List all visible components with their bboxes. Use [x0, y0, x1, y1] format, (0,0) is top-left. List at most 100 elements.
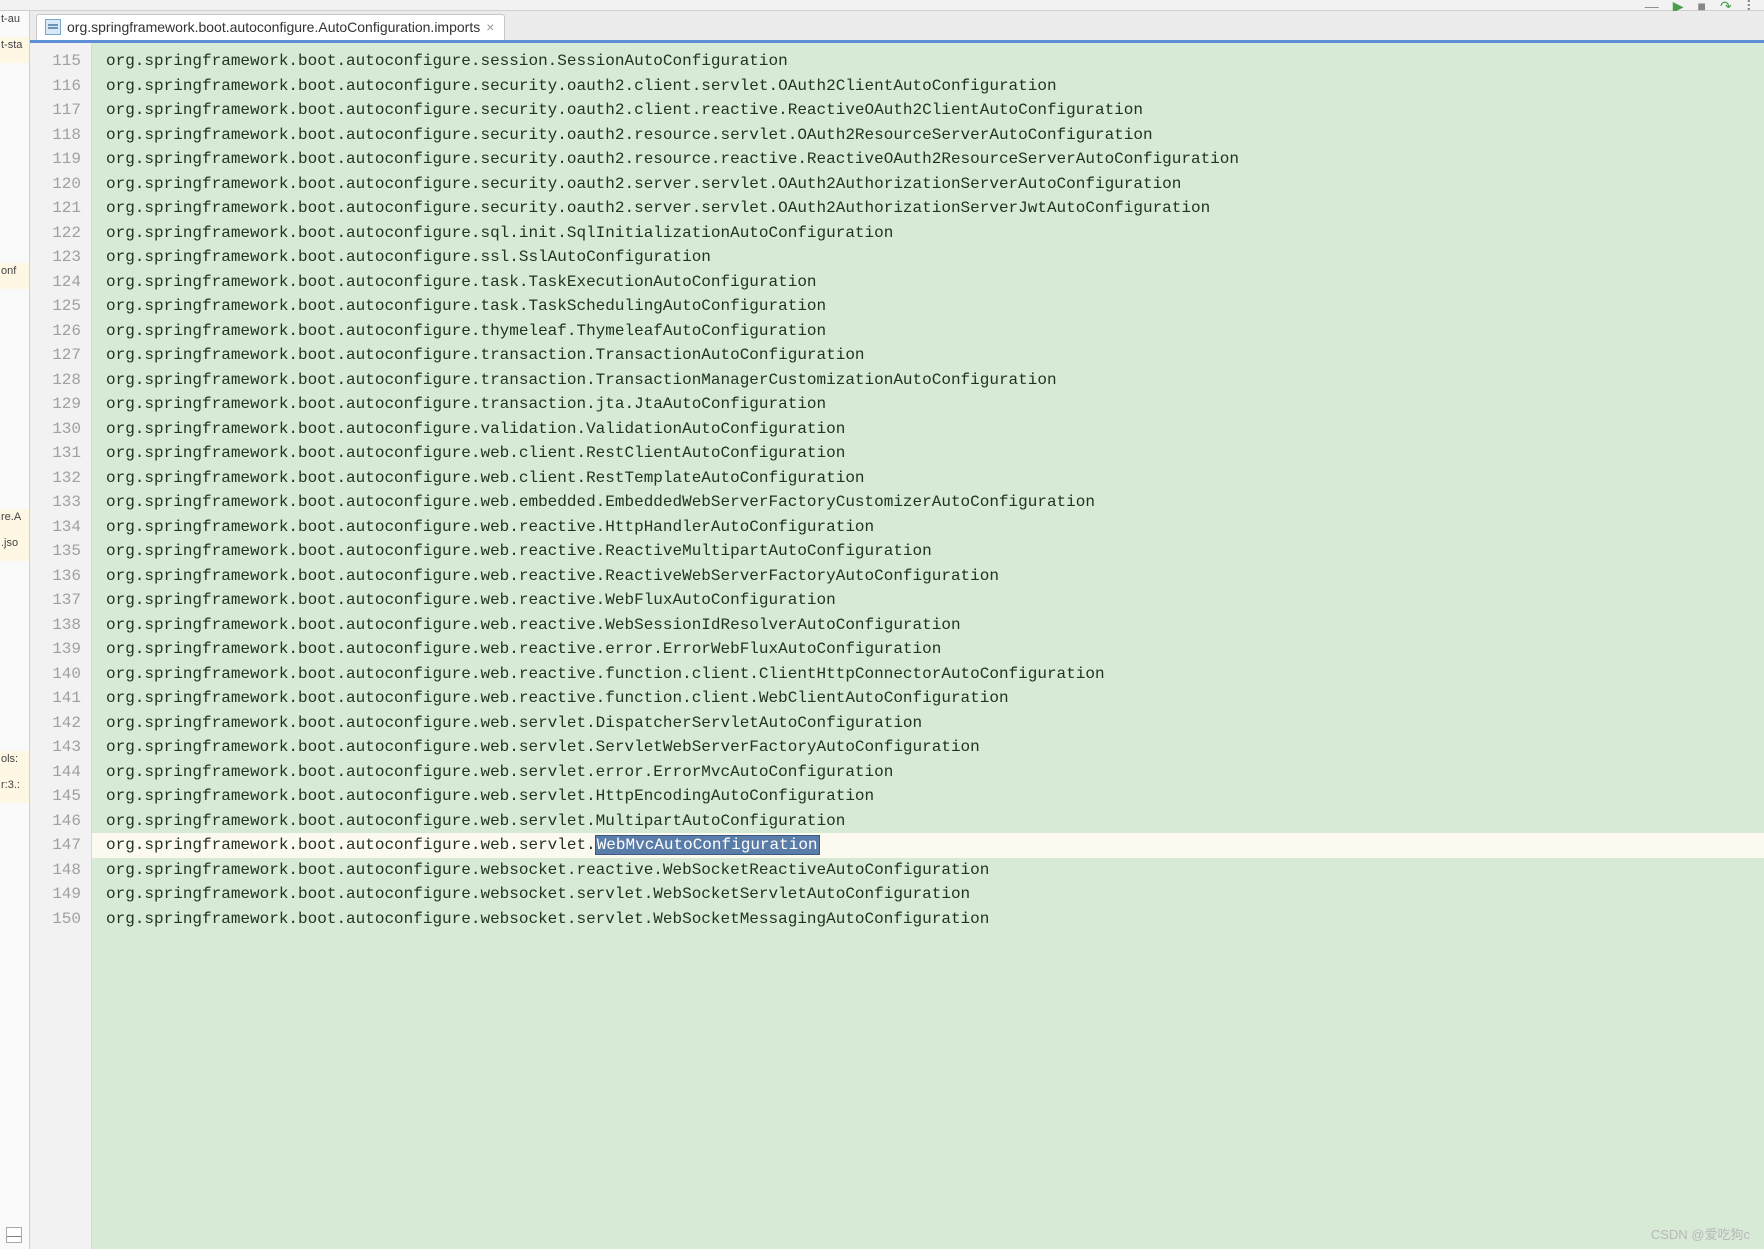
line-number[interactable]: 117 [30, 98, 91, 123]
code-line[interactable]: org.springframework.boot.autoconfigure.w… [92, 564, 1764, 589]
collapse-toggle-icon[interactable]: — [6, 1227, 22, 1243]
line-number[interactable]: 115 [30, 49, 91, 74]
minimize-icon[interactable]: — [1645, 0, 1659, 10]
project-tree-fragment[interactable]: onf [0, 263, 29, 289]
line-number[interactable]: 116 [30, 74, 91, 99]
code-line[interactable]: org.springframework.boot.autoconfigure.w… [92, 515, 1764, 540]
line-number[interactable]: 131 [30, 441, 91, 466]
line-number[interactable]: 134 [30, 515, 91, 540]
code-line[interactable]: org.springframework.boot.autoconfigure.w… [92, 588, 1764, 613]
code-line[interactable]: org.springframework.boot.autoconfigure.w… [92, 735, 1764, 760]
watermark-text: CSDN @爱吃狗c [1651, 1224, 1750, 1243]
code-line[interactable]: org.springframework.boot.autoconfigure.s… [92, 123, 1764, 148]
code-line[interactable]: org.springframework.boot.autoconfigure.s… [92, 172, 1764, 197]
project-tree-fragment[interactable] [0, 289, 29, 509]
code-line[interactable]: org.springframework.boot.autoconfigure.w… [92, 760, 1764, 785]
line-number[interactable]: 120 [30, 172, 91, 197]
line-number[interactable]: 140 [30, 662, 91, 687]
code-line[interactable]: org.springframework.boot.autoconfigure.s… [92, 221, 1764, 246]
project-tool-window[interactable]: t-aut-sta onf re.A.jso ols:r:3.: — [0, 11, 30, 1249]
code-line[interactable]: org.springframework.boot.autoconfigure.s… [92, 147, 1764, 172]
line-number[interactable]: 145 [30, 784, 91, 809]
code-line[interactable]: org.springframework.boot.autoconfigure.t… [92, 319, 1764, 344]
code-line[interactable]: org.springframework.boot.autoconfigure.w… [92, 711, 1764, 736]
line-number[interactable]: 125 [30, 294, 91, 319]
code-line[interactable]: org.springframework.boot.autoconfigure.w… [92, 637, 1764, 662]
line-number[interactable]: 118 [30, 123, 91, 148]
line-number[interactable]: 124 [30, 270, 91, 295]
line-number[interactable]: 121 [30, 196, 91, 221]
line-number[interactable]: 149 [30, 882, 91, 907]
line-number[interactable]: 119 [30, 147, 91, 172]
project-tree-fragment[interactable]: t-sta [0, 37, 29, 63]
code-line[interactable]: org.springframework.boot.autoconfigure.w… [92, 539, 1764, 564]
line-number-gutter[interactable]: 1151161171181191201211221231241251261271… [30, 43, 92, 1249]
editor-tab-bar[interactable]: org.springframework.boot.autoconfigure.A… [30, 11, 1764, 43]
line-number[interactable]: 136 [30, 564, 91, 589]
line-number[interactable]: 128 [30, 368, 91, 393]
editor-tab-active[interactable]: org.springframework.boot.autoconfigure.A… [36, 14, 505, 40]
code-line[interactable]: org.springframework.boot.autoconfigure.w… [92, 466, 1764, 491]
code-line[interactable]: org.springframework.boot.autoconfigure.w… [92, 686, 1764, 711]
line-number[interactable]: 150 [30, 907, 91, 932]
more-icon[interactable]: ⠇ [1746, 0, 1756, 10]
code-line[interactable]: org.springframework.boot.autoconfigure.w… [92, 784, 1764, 809]
code-line[interactable]: org.springframework.boot.autoconfigure.w… [92, 858, 1764, 883]
toolbar-dot-icon[interactable]: ■ [1698, 0, 1706, 10]
line-number[interactable]: 147 [30, 833, 91, 858]
line-number[interactable]: 123 [30, 245, 91, 270]
tab-filename: org.springframework.boot.autoconfigure.A… [67, 19, 480, 35]
sync-icon[interactable]: ↷ [1720, 0, 1732, 10]
code-line[interactable]: org.springframework.boot.autoconfigure.w… [92, 490, 1764, 515]
project-tree-fragment[interactable]: .jso [0, 535, 29, 561]
toolbar-icons: — ▶ ■ ↷ ⠇ [1645, 0, 1756, 10]
code-line[interactable]: org.springframework.boot.autoconfigure.w… [92, 833, 1764, 858]
project-tree-fragment[interactable]: t-au [0, 11, 29, 37]
code-line[interactable]: org.springframework.boot.autoconfigure.t… [92, 343, 1764, 368]
main-toolbar-edge: — ▶ ■ ↷ ⠇ [0, 0, 1764, 11]
project-tree-fragment[interactable]: r:3.: [0, 777, 29, 803]
code-line[interactable]: org.springframework.boot.autoconfigure.t… [92, 368, 1764, 393]
project-tree-fragment[interactable] [0, 63, 29, 263]
code-line[interactable]: org.springframework.boot.autoconfigure.w… [92, 809, 1764, 834]
line-number[interactable]: 142 [30, 711, 91, 736]
code-line[interactable]: org.springframework.boot.autoconfigure.w… [92, 441, 1764, 466]
editor-area[interactable]: 1151161171181191201211221231241251261271… [30, 43, 1764, 1249]
line-number[interactable]: 127 [30, 343, 91, 368]
project-tree-fragment[interactable]: ols: [0, 751, 29, 777]
line-number[interactable]: 129 [30, 392, 91, 417]
line-number[interactable]: 133 [30, 490, 91, 515]
code-line[interactable]: org.springframework.boot.autoconfigure.s… [92, 49, 1764, 74]
run-icon[interactable]: ▶ [1673, 0, 1684, 10]
line-number[interactable]: 139 [30, 637, 91, 662]
line-number[interactable]: 135 [30, 539, 91, 564]
line-number[interactable]: 130 [30, 417, 91, 442]
code-line[interactable]: org.springframework.boot.autoconfigure.s… [92, 74, 1764, 99]
code-line[interactable]: org.springframework.boot.autoconfigure.w… [92, 907, 1764, 932]
line-number[interactable]: 144 [30, 760, 91, 785]
project-tree-fragment[interactable] [0, 561, 29, 751]
code-line[interactable]: org.springframework.boot.autoconfigure.v… [92, 417, 1764, 442]
code-line[interactable]: org.springframework.boot.autoconfigure.s… [92, 196, 1764, 221]
text-selection[interactable]: WebMvcAutoConfiguration [596, 836, 819, 854]
line-number[interactable]: 122 [30, 221, 91, 246]
code-content[interactable]: org.springframework.boot.autoconfigure.s… [92, 43, 1764, 1249]
line-number[interactable]: 141 [30, 686, 91, 711]
code-line[interactable]: org.springframework.boot.autoconfigure.w… [92, 613, 1764, 638]
code-line[interactable]: org.springframework.boot.autoconfigure.t… [92, 270, 1764, 295]
line-number[interactable]: 138 [30, 613, 91, 638]
line-number[interactable]: 132 [30, 466, 91, 491]
code-line[interactable]: org.springframework.boot.autoconfigure.w… [92, 882, 1764, 907]
code-line[interactable]: org.springframework.boot.autoconfigure.t… [92, 392, 1764, 417]
project-tree-fragment[interactable]: re.A [0, 509, 29, 535]
code-line[interactable]: org.springframework.boot.autoconfigure.t… [92, 294, 1764, 319]
line-number[interactable]: 146 [30, 809, 91, 834]
line-number[interactable]: 126 [30, 319, 91, 344]
code-line[interactable]: org.springframework.boot.autoconfigure.s… [92, 98, 1764, 123]
code-line[interactable]: org.springframework.boot.autoconfigure.s… [92, 245, 1764, 270]
line-number[interactable]: 143 [30, 735, 91, 760]
close-icon[interactable]: × [486, 19, 494, 35]
code-line[interactable]: org.springframework.boot.autoconfigure.w… [92, 662, 1764, 687]
line-number[interactable]: 137 [30, 588, 91, 613]
line-number[interactable]: 148 [30, 858, 91, 883]
